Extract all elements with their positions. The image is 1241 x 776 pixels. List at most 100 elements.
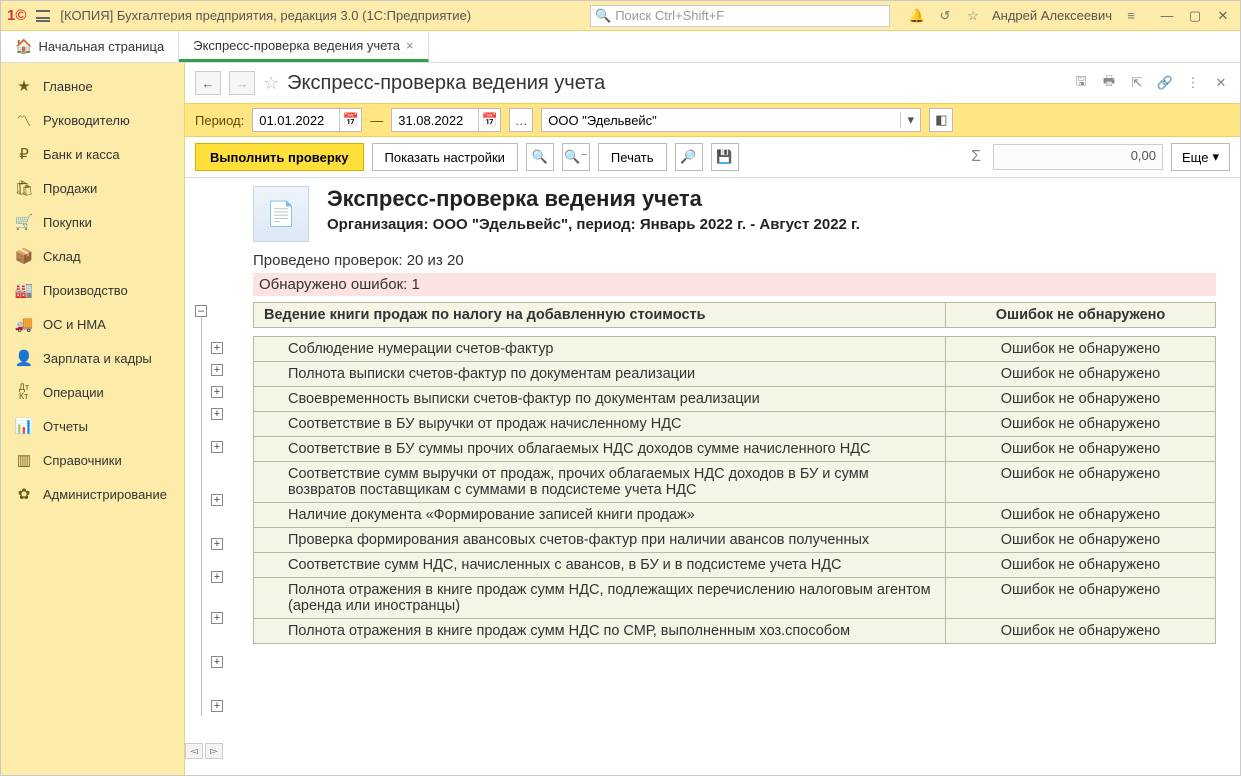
- print-button[interactable]: Печать: [598, 143, 667, 171]
- expand-node-button[interactable]: +: [211, 656, 223, 668]
- tab-express-check[interactable]: Экспресс-проверка ведения учета ×: [179, 31, 428, 62]
- close-page-icon[interactable]: ✕: [1212, 74, 1230, 92]
- tab-home-label: Начальная страница: [38, 39, 164, 54]
- show-settings-button[interactable]: Показать настройки: [372, 143, 518, 171]
- date-from-field[interactable]: 📅: [252, 108, 362, 132]
- sidebar-item-assets[interactable]: 🚚ОС и НМА: [1, 307, 184, 341]
- check-status-cell: Ошибок не обнаружено: [946, 412, 1216, 437]
- date-to-field[interactable]: 📅: [391, 108, 501, 132]
- sidebar-item-refs[interactable]: ▥ Справочники: [1, 443, 184, 477]
- find-clear-button[interactable]: 🔍⁻: [562, 143, 590, 171]
- search-placeholder: Поиск Ctrl+Shift+F: [615, 8, 724, 23]
- settings-lines-icon[interactable]: ≡: [1122, 7, 1140, 25]
- user-name[interactable]: Андрей Алексеевич: [992, 8, 1112, 23]
- star-icon[interactable]: ☆: [964, 7, 982, 25]
- more-button[interactable]: Еще ▾: [1171, 143, 1230, 171]
- save-report-icon[interactable]: 🖫: [1072, 74, 1090, 92]
- expand-node-button[interactable]: +: [211, 494, 223, 506]
- expand-node-button[interactable]: +: [211, 342, 223, 354]
- tab-home[interactable]: 🏠 Начальная страница: [1, 31, 179, 62]
- sidebar-item-operations[interactable]: ДтКтОперации: [1, 375, 184, 409]
- period-picker-button[interactable]: …: [509, 108, 533, 132]
- chevron-down-icon[interactable]: ▾: [900, 112, 920, 128]
- sigma-icon: Σ: [971, 148, 981, 166]
- org-open-button[interactable]: ◧: [929, 108, 953, 132]
- check-name-cell: Своевременность выписки счетов-фактур по…: [254, 387, 946, 412]
- run-check-button[interactable]: Выполнить проверку: [195, 143, 364, 171]
- sidebar-item-hr[interactable]: 👤Зарплата и кадры: [1, 341, 184, 375]
- action-toolbar: Выполнить проверку Показать настройки 🔍 …: [185, 137, 1240, 178]
- sidebar-item-label: Справочники: [43, 453, 122, 468]
- report-area[interactable]: – + + + + + + + + + + + 📄 Экспресс-прове…: [185, 178, 1240, 775]
- expand-node-button[interactable]: +: [211, 538, 223, 550]
- close-button[interactable]: ✕: [1212, 7, 1234, 25]
- chevron-down-icon: ▾: [1212, 149, 1219, 165]
- favorite-star-icon[interactable]: ☆: [263, 73, 279, 94]
- date-to-input[interactable]: [392, 113, 478, 128]
- books-icon: ▥: [15, 451, 33, 469]
- sheet-prev-button[interactable]: ◅: [185, 743, 203, 759]
- expand-node-button[interactable]: +: [211, 700, 223, 712]
- bar-chart-icon: 📊: [15, 417, 33, 435]
- org-select[interactable]: ▾: [541, 108, 921, 132]
- sidebar-item-label: Банк и касса: [43, 147, 120, 162]
- sidebar-item-sales[interactable]: 🛍Продажи: [1, 171, 184, 205]
- home-icon: 🏠: [15, 38, 32, 55]
- nav-back-button[interactable]: ←: [195, 71, 221, 95]
- minimize-button[interactable]: —: [1156, 7, 1178, 25]
- more-label: Еще: [1182, 150, 1208, 165]
- report-doc-icon: 📄: [253, 186, 309, 242]
- expand-node-button[interactable]: +: [211, 441, 223, 453]
- dtkt-icon: ДтКт: [15, 383, 33, 401]
- preview-button[interactable]: 🔎: [675, 143, 703, 171]
- tab-close-icon[interactable]: ×: [406, 38, 414, 53]
- cart-icon: 🛒: [15, 213, 33, 231]
- export-icon[interactable]: ⇱: [1128, 74, 1146, 92]
- check-name-cell: Проверка формирования авансовых счетов-ф…: [254, 528, 946, 553]
- expand-node-button[interactable]: +: [211, 612, 223, 624]
- calendar-icon[interactable]: 📅: [339, 109, 361, 131]
- calendar-icon[interactable]: 📅: [478, 109, 500, 131]
- save-button[interactable]: 💾: [711, 143, 739, 171]
- expand-node-button[interactable]: +: [211, 386, 223, 398]
- titlebar: 1© [КОПИЯ] Бухгалтерия предприятия, реда…: [1, 1, 1240, 31]
- expand-node-button[interactable]: +: [211, 408, 223, 420]
- star-filled-icon: ★: [15, 77, 33, 95]
- find-button[interactable]: 🔍: [526, 143, 554, 171]
- org-input[interactable]: [542, 113, 900, 128]
- print-icon[interactable]: 🖶: [1100, 74, 1118, 92]
- global-search[interactable]: 🔍 Поиск Ctrl+Shift+F: [590, 5, 890, 27]
- sidebar-item-label: Руководителю: [43, 113, 130, 128]
- history-icon[interactable]: ↺: [936, 7, 954, 25]
- nav-forward-button[interactable]: →: [229, 71, 255, 95]
- table-row: Соответствие сумм НДС, начисленных с ава…: [254, 553, 1216, 578]
- sheet-next-button[interactable]: ▻: [205, 743, 223, 759]
- sidebar-item-main[interactable]: ★Главное: [1, 69, 184, 103]
- sidebar-item-production[interactable]: 🏭Производство: [1, 273, 184, 307]
- collapse-node-button[interactable]: –: [195, 305, 207, 317]
- sidebar-item-manager[interactable]: 〽Руководителю: [1, 103, 184, 137]
- hamburger-icon[interactable]: [34, 7, 52, 25]
- expand-node-button[interactable]: +: [211, 364, 223, 376]
- link-icon[interactable]: 🔗: [1156, 74, 1174, 92]
- check-status-cell: Ошибок не обнаружено: [946, 437, 1216, 462]
- maximize-button[interactable]: ▢: [1184, 7, 1206, 25]
- check-status-cell: Ошибок не обнаружено: [946, 553, 1216, 578]
- period-toolbar: Период: 📅 — 📅 … ▾ ◧: [185, 103, 1240, 137]
- bell-icon[interactable]: 🔔: [908, 7, 926, 25]
- sidebar-item-label: Склад: [43, 249, 81, 264]
- kebab-icon[interactable]: ⋮: [1184, 74, 1202, 92]
- sidebar-item-admin[interactable]: ✿Администрирование: [1, 477, 184, 511]
- expand-node-button[interactable]: +: [211, 571, 223, 583]
- group-header-row: Ведение книги продаж по налогу на добавл…: [254, 303, 1216, 328]
- sidebar-item-label: Администрирование: [43, 487, 167, 502]
- sidebar-item-reports[interactable]: 📊Отчеты: [1, 409, 184, 443]
- date-from-input[interactable]: [253, 113, 339, 128]
- sidebar-item-bank[interactable]: ₽Банк и касса: [1, 137, 184, 171]
- check-name-cell: Полнота выписки счетов-фактур по докумен…: [254, 362, 946, 387]
- sidebar-item-purchases[interactable]: 🛒Покупки: [1, 205, 184, 239]
- sidebar-item-stock[interactable]: 📦Склад: [1, 239, 184, 273]
- logo-1c: 1©: [7, 7, 26, 24]
- table-row: Соответствие в БУ суммы прочих облагаемы…: [254, 437, 1216, 462]
- sum-box: 0,00: [993, 144, 1163, 170]
